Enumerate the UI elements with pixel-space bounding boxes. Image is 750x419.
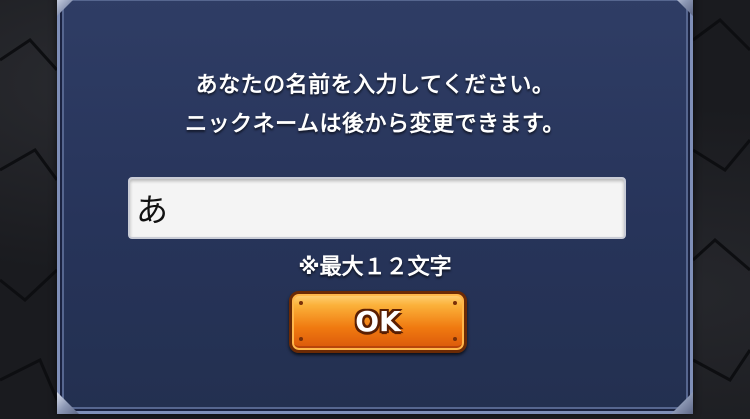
ok-button-label: OK (355, 305, 401, 338)
name-input[interactable] (128, 177, 626, 239)
ok-button[interactable]: OK (289, 291, 467, 353)
name-entry-dialog: あなたの名前を入力してください。 ニックネームは後から変更できます。 ※最大１２… (57, 0, 693, 414)
character-limit-note: ※最大１２文字 (298, 255, 452, 280)
corner-ornament (671, 392, 693, 414)
instruction-subtext: ニックネームは後から変更できます。 (185, 112, 565, 137)
corner-ornament (57, 0, 79, 16)
corner-ornament (57, 392, 79, 414)
corner-ornament (671, 0, 693, 16)
instruction-text: あなたの名前を入力してください。 (195, 73, 555, 98)
